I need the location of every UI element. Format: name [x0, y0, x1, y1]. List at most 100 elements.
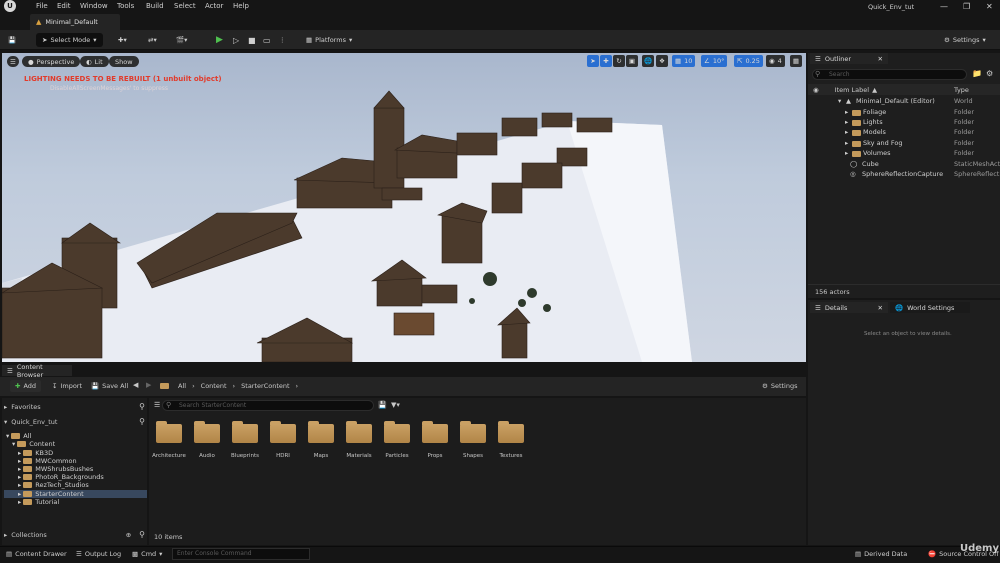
surface-snap-icon[interactable]: ❖	[656, 55, 668, 67]
outliner-row-sky-and-fog[interactable]: ▸ Sky and Fog Folder	[808, 139, 1000, 149]
outliner-row-sphere-reflection[interactable]: ◎ SphereReflectionCapture SphereReflecti	[808, 170, 1000, 180]
menu-select[interactable]: Select	[174, 2, 196, 10]
settings-button[interactable]: ⚙ Settings ▾	[944, 33, 986, 47]
filter-icon[interactable]: ☰	[154, 401, 160, 409]
step-icon[interactable]: ▷	[233, 33, 239, 47]
more-options-icon[interactable]: ⋮	[279, 33, 286, 47]
menu-actor[interactable]: Actor	[205, 2, 223, 10]
scale-tool-icon[interactable]: ▣	[626, 55, 638, 67]
translate-tool-icon[interactable]: ✚	[600, 55, 612, 67]
breadcrumb-all[interactable]: All	[178, 382, 186, 390]
menu-file[interactable]: File	[36, 2, 48, 10]
tree-item-reztech-studios[interactable]: ▸ RezTech_Studios	[4, 481, 147, 489]
content-browser-tab[interactable]: ☰ Content Browser	[2, 363, 72, 379]
tree-item-tutorial[interactable]: ▸ Tutorial	[4, 498, 147, 506]
add-button[interactable]: ✚ Add	[10, 380, 42, 392]
col-type-header[interactable]: Type	[954, 86, 969, 94]
outliner-row-foliage[interactable]: ▸ Foliage Folder	[808, 108, 1000, 118]
menu-tools[interactable]: Tools	[117, 2, 134, 10]
search-icon[interactable]: ⚲	[139, 530, 145, 539]
asset-folder-shapes[interactable]: Shapes	[456, 421, 490, 459]
outliner-row-lights[interactable]: ▸ Lights Folder	[808, 118, 1000, 128]
asset-folder-materials[interactable]: Materials	[342, 421, 376, 459]
menu-window[interactable]: Window	[80, 2, 108, 10]
outliner-search-input[interactable]: Search	[812, 69, 967, 80]
asset-folder-props[interactable]: Props	[418, 421, 452, 459]
perspective-button[interactable]: ● Perspective	[22, 56, 81, 67]
tree-item-mwshrubsbushes[interactable]: ▸ MWShrubsBushes	[4, 465, 147, 473]
viewport-menu-button[interactable]: ☰	[7, 56, 19, 67]
select-tool-icon[interactable]: ➤	[587, 55, 599, 67]
output-log-button[interactable]: ☰ Output Log	[76, 550, 121, 558]
search-icon[interactable]: ⚲	[139, 417, 145, 426]
collections-header[interactable]: ▸ Collections ⊕ ⚲	[4, 529, 145, 540]
add-collection-icon[interactable]: ⊕	[126, 531, 131, 539]
forward-icon[interactable]: ▶	[146, 381, 151, 389]
scale-snap-toggle[interactable]: ⇱ 0.25	[734, 55, 763, 67]
project-header[interactable]: ▾ Quick_Env_tut ⚲	[4, 416, 145, 427]
eye-icon[interactable]: ◉	[813, 86, 819, 94]
rotate-tool-icon[interactable]: ↻	[613, 55, 625, 67]
rotation-snap-toggle[interactable]: ∠ 10°	[701, 55, 728, 67]
back-icon[interactable]: ◀	[133, 381, 138, 389]
breadcrumb-startercontent[interactable]: StarterContent	[241, 382, 289, 390]
tree-item-kb3d[interactable]: ▸ KB3D	[4, 449, 147, 457]
eject-icon[interactable]: ▭	[263, 33, 271, 47]
asset-folder-hdri[interactable]: HDRI	[266, 421, 300, 459]
asset-folder-blueprints[interactable]: Blueprints	[228, 421, 262, 459]
breadcrumb-content[interactable]: Content	[201, 382, 227, 390]
col-label-header[interactable]: Item Label	[835, 86, 869, 94]
asset-folder-architecture[interactable]: Architecture	[152, 421, 186, 459]
tree-item-content[interactable]: ▾ Content	[4, 440, 147, 448]
menu-edit[interactable]: Edit	[57, 2, 71, 10]
save-all-button[interactable]: 💾 Save All	[91, 382, 128, 390]
platforms-dropdown[interactable]: ▦ Platforms ▾	[306, 33, 352, 47]
favorites-header[interactable]: ▸ Favorites ⚲	[4, 401, 145, 412]
maximize-viewport-icon[interactable]: ▦	[790, 55, 802, 67]
gear-icon[interactable]: ⚙	[986, 69, 993, 78]
add-actor-icon[interactable]: ✚▾	[118, 33, 127, 47]
asset-folder-textures[interactable]: Textures	[494, 421, 528, 459]
add-folder-icon[interactable]: 📁	[972, 69, 982, 78]
lit-button[interactable]: ◐ Lit	[80, 56, 109, 67]
tree-item-photor-backgrounds[interactable]: ▸ PhotoR_Backgrounds	[4, 473, 147, 481]
save-icon[interactable]: 💾	[8, 33, 16, 47]
grid-snap-toggle[interactable]: ▦ 10	[672, 55, 696, 67]
search-icon[interactable]: ⚲	[139, 402, 145, 411]
derived-data-button[interactable]: ▤ Derived Data	[855, 550, 907, 558]
camera-speed-button[interactable]: ◉ 4	[766, 55, 785, 67]
outliner-tab[interactable]: ☰ Outliner ✕	[810, 53, 888, 64]
save-search-icon[interactable]: 💾	[378, 401, 387, 409]
content-drawer-button[interactable]: ▤ Content Drawer	[6, 550, 67, 558]
asset-folder-maps[interactable]: Maps	[304, 421, 338, 459]
asset-folder-particles[interactable]: Particles	[380, 421, 414, 459]
world-settings-tab[interactable]: 🌐 World Settings	[890, 302, 970, 313]
console-command-input[interactable]: Enter Console Command	[172, 548, 310, 560]
cmd-dropdown[interactable]: ▩ Cmd ▾	[132, 550, 162, 558]
tree-item-mwcommon[interactable]: ▸ MWCommon	[4, 457, 147, 465]
tree-item-startercontent[interactable]: ▸ StarterContent	[4, 490, 147, 498]
unreal-logo-icon[interactable]: U	[4, 0, 16, 12]
menu-help[interactable]: Help	[233, 2, 249, 10]
outliner-row-volumes[interactable]: ▸ Volumes Folder	[808, 149, 1000, 159]
restore-icon[interactable]: ❐	[963, 2, 970, 11]
import-button[interactable]: ↧ Import	[52, 382, 82, 390]
level-tab[interactable]: ▲ Minimal_Default	[30, 14, 120, 30]
select-mode-dropdown[interactable]: ➤ Select Mode ▾	[36, 33, 103, 47]
content-settings-button[interactable]: ⚙ Settings	[762, 382, 798, 390]
close-icon[interactable]: ✕	[986, 2, 993, 11]
minimize-icon[interactable]: —	[940, 2, 948, 11]
show-button[interactable]: Show	[109, 56, 139, 67]
blueprint-icon[interactable]: ⇄▾	[148, 33, 157, 47]
filters-dropdown-icon[interactable]: ▼▾	[391, 401, 400, 409]
level-viewport[interactable]: ☰ ● Perspective ◐ Lit Show ➤ ✚ ↻ ▣ 🌐 ❖ ▦…	[2, 53, 806, 362]
cinematics-icon[interactable]: 🎬▾	[176, 33, 187, 47]
menu-build[interactable]: Build	[146, 2, 164, 10]
outliner-row-world[interactable]: ▾ ▲ Minimal_Default (Editor) World	[808, 97, 1000, 107]
outliner-row-cube[interactable]: ◯ Cube StaticMeshAct	[808, 160, 1000, 170]
details-tab[interactable]: ☰ Details ✕	[810, 302, 888, 313]
content-search-input[interactable]: Search StarterContent	[162, 400, 374, 411]
world-space-icon[interactable]: 🌐	[642, 55, 655, 67]
stop-icon[interactable]: ■	[248, 33, 256, 47]
play-icon[interactable]: ▶	[216, 33, 223, 47]
